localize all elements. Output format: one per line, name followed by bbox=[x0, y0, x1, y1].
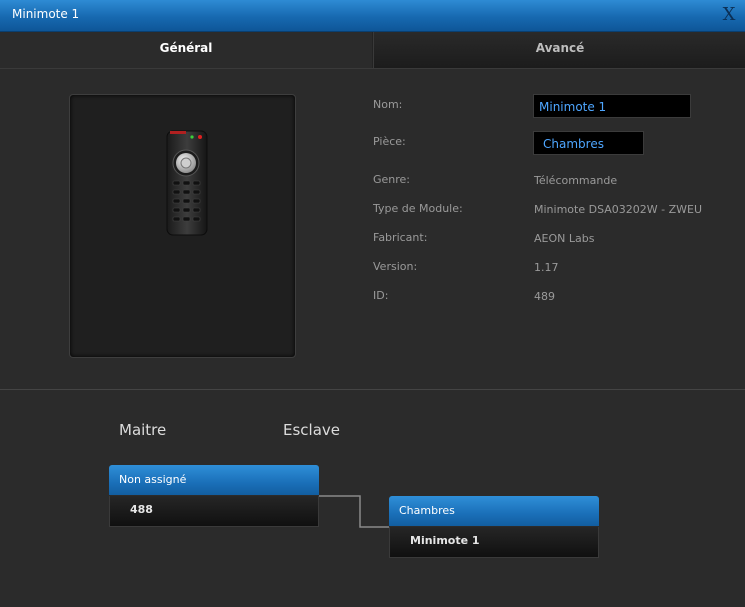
label-genre: Genre: bbox=[373, 173, 411, 186]
master-node-item[interactable]: 488 bbox=[109, 496, 319, 527]
close-button[interactable]: X bbox=[719, 5, 739, 25]
remote-control-icon bbox=[166, 130, 208, 236]
label-piece: Pièce: bbox=[373, 135, 406, 148]
master-node-header[interactable]: Non assigné bbox=[109, 465, 319, 495]
window-titlebar: Minimote 1 X bbox=[0, 0, 745, 32]
value-id: 489 bbox=[534, 290, 555, 303]
label-type-module: Type de Module: bbox=[373, 202, 463, 215]
label-id: ID: bbox=[373, 289, 389, 302]
label-fabricant: Fabricant: bbox=[373, 231, 428, 244]
nom-input[interactable]: Minimote 1 bbox=[533, 94, 691, 118]
value-type-module: Minimote DSA03202W - ZWEU bbox=[534, 203, 703, 216]
label-version: Version: bbox=[373, 260, 418, 273]
piece-select[interactable]: Chambres bbox=[533, 131, 644, 155]
tab-bar: Général Avancé bbox=[0, 32, 745, 69]
device-image-panel bbox=[69, 94, 296, 358]
master-heading: Maitre bbox=[119, 421, 167, 439]
slave-heading: Esclave bbox=[283, 421, 341, 439]
section-divider bbox=[0, 389, 745, 390]
tab-general[interactable]: Général bbox=[0, 32, 372, 68]
value-version: 1.17 bbox=[534, 261, 559, 274]
value-fabricant: AEON Labs bbox=[534, 232, 595, 245]
slave-node-item[interactable]: Minimote 1 bbox=[389, 527, 599, 558]
value-genre: Télécommande bbox=[534, 174, 618, 187]
label-nom: Nom: bbox=[373, 98, 403, 111]
slave-node-header[interactable]: Chambres bbox=[389, 496, 599, 526]
window-title: Minimote 1 bbox=[12, 7, 80, 21]
tab-avance[interactable]: Avancé bbox=[373, 32, 745, 68]
